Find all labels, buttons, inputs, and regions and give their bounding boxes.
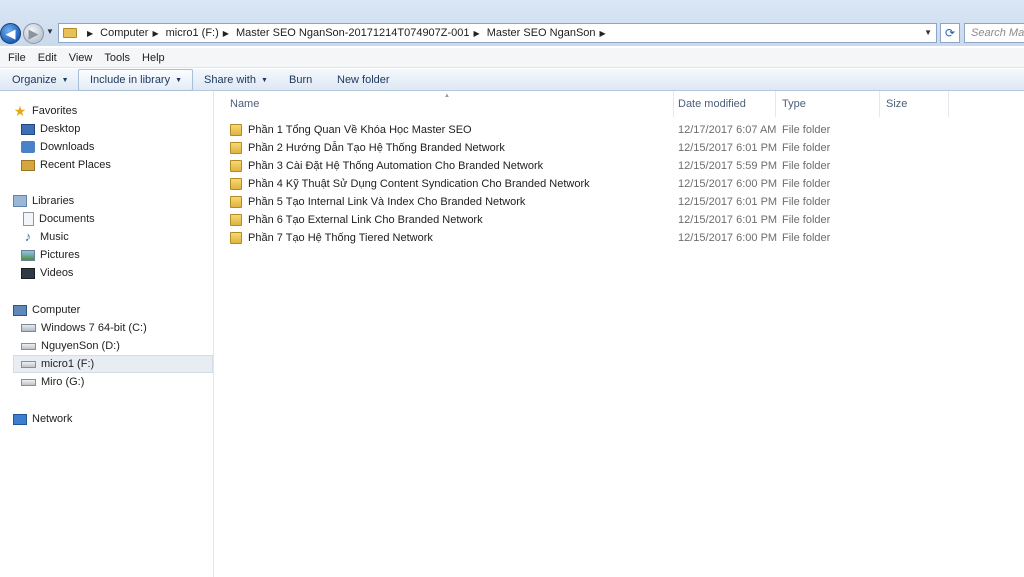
nav-drive-g[interactable]: Miro (G:) — [21, 373, 84, 391]
breadcrumb-drive[interactable]: micro1 (F:) ▶ — [166, 27, 236, 39]
folder-icon — [230, 142, 242, 154]
back-button[interactable]: ◀ — [0, 23, 21, 44]
recent-pages-dropdown[interactable]: ▼ — [46, 27, 54, 36]
nav-drive-d[interactable]: NguyenSon (D:) — [21, 337, 120, 355]
table-row[interactable]: Phần 3 Cài Đặt Hệ Thống Automation Cho B… — [230, 157, 870, 175]
folder-icon — [230, 196, 242, 208]
menu-tools[interactable]: Tools — [98, 52, 136, 64]
table-row[interactable]: Phần 2 Hướng Dẫn Tạo Hệ Thống Branded Ne… — [230, 139, 870, 157]
column-header-type[interactable]: Type — [775, 91, 880, 117]
folder-icon — [230, 124, 242, 136]
search-input[interactable]: Search Mas — [964, 23, 1024, 43]
address-history-dropdown[interactable]: ▼ — [924, 28, 932, 37]
breadcrumb-parent-folder[interactable]: Master SEO NganSon-20171214T074907Z-001 ▶ — [236, 27, 487, 39]
nav-drive-f[interactable]: micro1 (F:) — [13, 355, 213, 373]
chevron-right-icon[interactable]: ▶ — [474, 29, 480, 38]
recent-places-icon — [21, 159, 35, 171]
new-folder-button[interactable]: New folder — [337, 69, 390, 91]
navigation-pane: ★ Favorites Desktop Downloads Recent Plac… — [0, 91, 214, 577]
command-bar: Organize ▼ Include in library ▼ Share with… — [0, 69, 1024, 91]
chevron-down-icon: ▼ — [61, 77, 69, 84]
chevron-down-icon: ▼ — [260, 77, 268, 84]
menu-edit[interactable]: Edit — [32, 52, 63, 64]
chevron-down-icon: ▼ — [175, 77, 183, 84]
refresh-icon: ⟳ — [944, 26, 956, 40]
desktop-icon — [21, 123, 35, 135]
nav-documents[interactable]: Documents — [21, 210, 95, 228]
nav-pictures[interactable]: Pictures — [21, 246, 80, 264]
table-row[interactable]: Phần 6 Tạo External Link Cho Branded Net… — [230, 211, 870, 229]
nav-downloads[interactable]: Downloads — [21, 138, 94, 156]
file-list: ▲ Name Date modified Type Size Phần 1 Tổ… — [215, 91, 1024, 577]
hard-drive-icon — [21, 342, 36, 350]
libraries-icon — [13, 195, 27, 207]
usb-drive-icon — [21, 360, 36, 368]
nav-drive-c[interactable]: Windows 7 64-bit (C:) — [21, 319, 147, 337]
table-row[interactable]: Phần 1 Tổng Quan Về Khóa Học Master SEO 1… — [230, 121, 870, 139]
menu-file[interactable]: File — [2, 52, 32, 64]
column-header-name[interactable]: Name — [223, 91, 674, 117]
nav-desktop[interactable]: Desktop — [21, 120, 80, 138]
downloads-icon — [21, 141, 35, 153]
documents-icon — [23, 212, 34, 226]
videos-icon — [21, 267, 35, 279]
forward-button[interactable]: ▶ — [23, 23, 44, 44]
address-bar[interactable]: ▶ Computer ▶ micro1 (F:) ▶ Master SEO Ngan… — [58, 23, 937, 43]
chevron-right-icon[interactable]: ▶ — [600, 29, 606, 38]
nav-recent-places[interactable]: Recent Places — [21, 156, 111, 174]
music-icon: ♪ — [24, 229, 32, 244]
folder-icon — [230, 160, 242, 172]
chevron-right-icon[interactable]: ▶ — [152, 29, 158, 38]
refresh-button[interactable]: ⟳ — [940, 23, 960, 43]
menu-help[interactable]: Help — [136, 52, 171, 64]
address-bar-area: ◀ ▶ ▼ ▶ Computer ▶ micro1 (F:) ▶ Master SE… — [0, 0, 1024, 46]
pictures-icon — [21, 249, 35, 261]
menu-bar: File Edit View Tools Help — [0, 48, 1024, 68]
folder-icon — [230, 178, 242, 190]
organize-button[interactable]: Organize ▼ — [12, 69, 69, 91]
nav-music[interactable]: ♪ Music — [21, 228, 69, 246]
nav-computer[interactable]: Computer — [13, 301, 80, 319]
nav-favorites[interactable]: ★ Favorites — [13, 102, 78, 120]
breadcrumb-current-folder[interactable]: Master SEO NganSon ▶ — [487, 27, 613, 39]
breadcrumb-root-arrow[interactable]: ▶ — [83, 29, 100, 38]
folder-icon — [230, 232, 242, 244]
include-in-library-button[interactable]: Include in library ▼ — [78, 69, 194, 91]
table-row[interactable]: Phần 7 Tạo Hệ Thống Tiered Network 12/15/… — [230, 229, 870, 247]
chevron-down-icon: ▼ — [46, 27, 54, 36]
nav-network[interactable]: Network — [13, 410, 72, 428]
share-with-button[interactable]: Share with ▼ — [204, 69, 268, 91]
chevron-right-icon: ▶ — [87, 28, 94, 38]
folder-icon — [230, 214, 242, 226]
table-row[interactable]: Phần 4 Kỹ Thuật Sử Dụng Content Syndicat… — [230, 175, 870, 193]
star-icon: ★ — [13, 103, 27, 119]
breadcrumb-computer[interactable]: Computer ▶ — [100, 27, 165, 39]
arrow-right-icon: ▶ — [28, 26, 39, 41]
nav-videos[interactable]: Videos — [21, 264, 73, 282]
folder-icon — [63, 28, 77, 38]
menu-view[interactable]: View — [63, 52, 99, 64]
chevron-right-icon[interactable]: ▶ — [223, 29, 229, 38]
nav-libraries[interactable]: Libraries — [13, 192, 74, 210]
hard-drive-icon — [21, 324, 36, 332]
arrow-left-icon: ◀ — [5, 26, 16, 41]
table-row[interactable]: Phần 5 Tạo Internal Link Và Index Cho Br… — [230, 193, 870, 211]
column-header-date-modified[interactable]: Date modified — [671, 91, 776, 117]
network-icon — [13, 413, 27, 425]
computer-icon — [13, 304, 27, 316]
column-header-size[interactable]: Size — [879, 91, 949, 117]
usb-drive-icon — [21, 378, 36, 386]
burn-button[interactable]: Burn — [289, 69, 312, 91]
